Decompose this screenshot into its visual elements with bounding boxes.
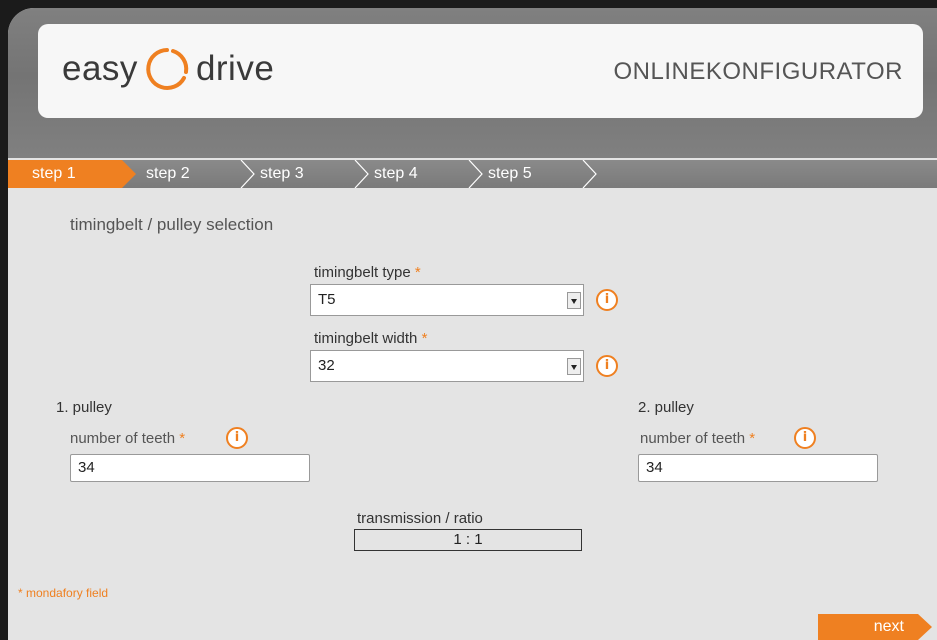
dropdown-arrow-icon[interactable] (567, 358, 581, 375)
required-mark: * (749, 430, 756, 447)
step-5-tab[interactable]: step 5 (488, 160, 532, 188)
chevron-right-icon (582, 160, 597, 188)
belt-type-select[interactable]: T5 (310, 284, 584, 316)
header-card: easy drive ONLINEKONFIGURATOR (38, 24, 923, 118)
step-3-tab[interactable]: step 3 (260, 160, 304, 188)
app-frame: easy drive ONLINEKONFIGURATOR step 1 ste… (0, 0, 937, 640)
belt-type-value: T5 (318, 291, 336, 308)
pulley-1-teeth-label: number of teeth * (70, 430, 185, 447)
logo: easy drive (62, 44, 274, 94)
mandatory-note: * mondafory field (18, 586, 109, 600)
info-icon[interactable]: i (596, 355, 618, 377)
section-title: timingbelt / pulley selection (70, 215, 274, 234)
required-mark: * (421, 330, 428, 347)
required-mark: * (179, 430, 186, 447)
belt-type-label: timingbelt type * (314, 264, 421, 281)
chevron-right-icon (354, 160, 369, 188)
chevron-right-icon (468, 160, 483, 188)
info-icon[interactable]: i (226, 427, 248, 449)
step-4-tab[interactable]: step 4 (374, 160, 418, 188)
dropdown-arrow-icon[interactable] (567, 292, 581, 309)
main-panel: easy drive ONLINEKONFIGURATOR step 1 ste… (8, 8, 937, 640)
header-title: ONLINEKONFIGURATOR (613, 58, 903, 85)
belt-width-label-text: timingbelt width (314, 330, 418, 347)
step-bar: step 1 step 2 step 3 step 4 step 5 (8, 160, 937, 188)
pulley-2-teeth-label: number of teeth * (640, 430, 755, 447)
logo-text-left: easy (62, 49, 138, 88)
ratio-label: transmission / ratio (357, 510, 483, 527)
step-2-tab[interactable]: step 2 (146, 160, 190, 188)
pulley-1-teeth-input[interactable]: 34 (70, 454, 310, 482)
pulley-2-teeth-label-text: number of teeth (640, 430, 746, 447)
pulley-1-title: 1. pulley (56, 399, 112, 416)
belt-width-label: timingbelt width * (314, 330, 427, 347)
next-button[interactable]: next (818, 614, 932, 640)
step-1-tab[interactable]: step 1 (8, 160, 136, 188)
info-icon[interactable]: i (596, 289, 618, 311)
logo-text-right: drive (195, 49, 275, 88)
pulley-1-teeth-label-text: number of teeth (70, 430, 176, 447)
belt-width-value: 32 (318, 357, 335, 374)
ring-logo-icon (144, 46, 190, 92)
belt-width-select[interactable]: 32 (310, 350, 584, 382)
required-mark: * (414, 264, 421, 281)
pulley-2-teeth-input[interactable]: 34 (638, 454, 878, 482)
ratio-value: 1 : 1 (354, 529, 582, 551)
info-icon[interactable]: i (794, 427, 816, 449)
belt-type-label-text: timingbelt type (314, 264, 411, 281)
chevron-right-icon (240, 160, 255, 188)
pulley-2-title: 2. pulley (638, 399, 694, 416)
